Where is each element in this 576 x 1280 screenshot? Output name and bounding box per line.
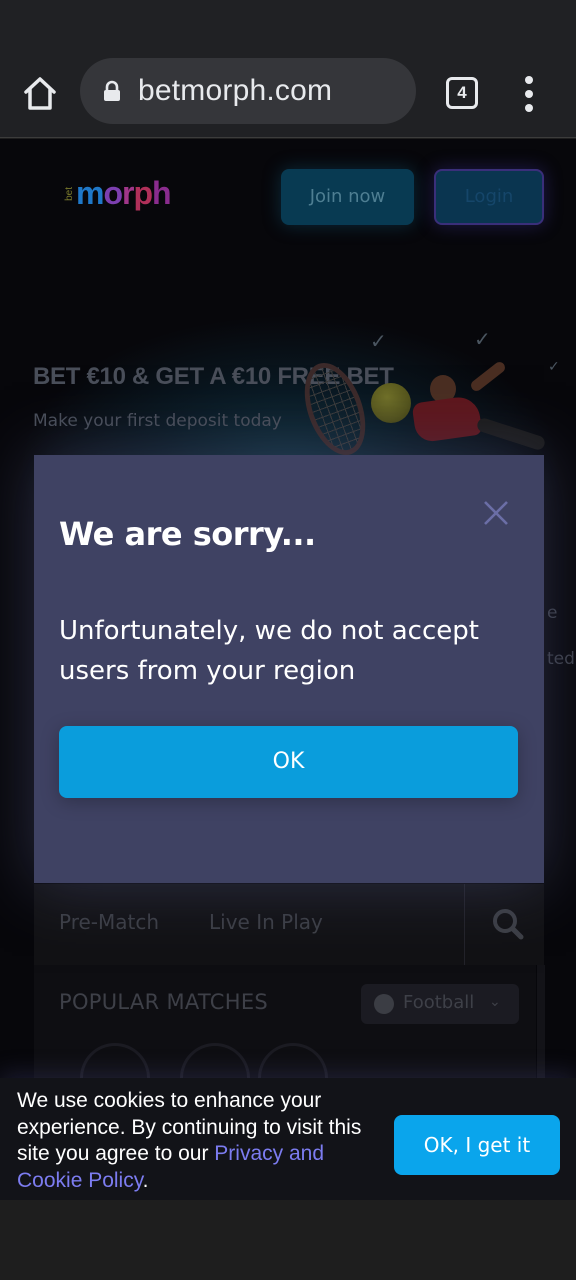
search-button[interactable] <box>486 902 530 946</box>
sport-select-value: Football <box>403 992 475 1013</box>
scrollbar[interactable] <box>537 965 545 1078</box>
hidden-text-fragment: ted <box>547 649 575 669</box>
close-button[interactable] <box>482 499 510 527</box>
player-image <box>411 394 483 444</box>
sport-select[interactable]: Football ⌄ <box>361 984 519 1024</box>
browser-toolbar: betmorph.com 4 <box>0 48 576 138</box>
region-restriction-dialog: We are sorry... Unfortunately, we do not… <box>34 455 544 883</box>
tennis-ball-image <box>371 383 411 423</box>
dialog-message: Unfortunately, we do not accept users fr… <box>59 616 479 686</box>
search-icon <box>493 909 524 940</box>
close-icon <box>484 501 508 525</box>
bird-icon: ✓ <box>370 329 387 353</box>
home-button[interactable] <box>20 74 60 114</box>
soccer-ball-icon <box>374 994 394 1014</box>
promo-subtitle: Make your first deposit today <box>33 411 282 431</box>
logo-wordmark: morph <box>76 175 172 211</box>
tab-pre-match[interactable]: Pre-Match <box>59 910 159 934</box>
popular-matches-title: POPULAR MATCHES <box>59 990 269 1014</box>
navigation-bar-area <box>0 1200 576 1280</box>
divider <box>464 884 465 965</box>
chevron-down-icon: ⌄ <box>489 994 501 1010</box>
url-text: betmorph.com <box>138 74 333 107</box>
sport-tabs: Pre-Match Live In Play <box>34 884 544 965</box>
player-leg <box>475 416 547 452</box>
dialog-title: We are sorry... <box>59 515 316 553</box>
cookie-message: We use cookies to enhance your experienc… <box>17 1089 362 1192</box>
join-now-button[interactable]: Join now <box>281 169 414 225</box>
cookie-banner: We use cookies to enhance your experienc… <box>0 1078 576 1200</box>
tab-live-in-play[interactable]: Live In Play <box>209 910 323 934</box>
accept-cookies-button[interactable]: OK, I get it <box>394 1115 560 1175</box>
status-bar <box>0 0 576 48</box>
logo-prefix: bet <box>64 187 75 201</box>
bird-icon: ✓ <box>548 359 560 375</box>
tab-switcher-button[interactable]: 4 <box>446 77 478 109</box>
player-arm <box>468 359 508 394</box>
more-vert-icon[interactable] <box>514 74 544 114</box>
lock-icon <box>104 80 120 101</box>
hidden-text-fragment: e <box>547 603 558 623</box>
ok-button[interactable]: OK <box>59 726 518 798</box>
home-icon <box>24 77 56 110</box>
address-bar[interactable]: betmorph.com <box>80 58 416 124</box>
login-button[interactable]: Login <box>434 169 544 225</box>
bird-icon: ✓ <box>474 327 491 351</box>
